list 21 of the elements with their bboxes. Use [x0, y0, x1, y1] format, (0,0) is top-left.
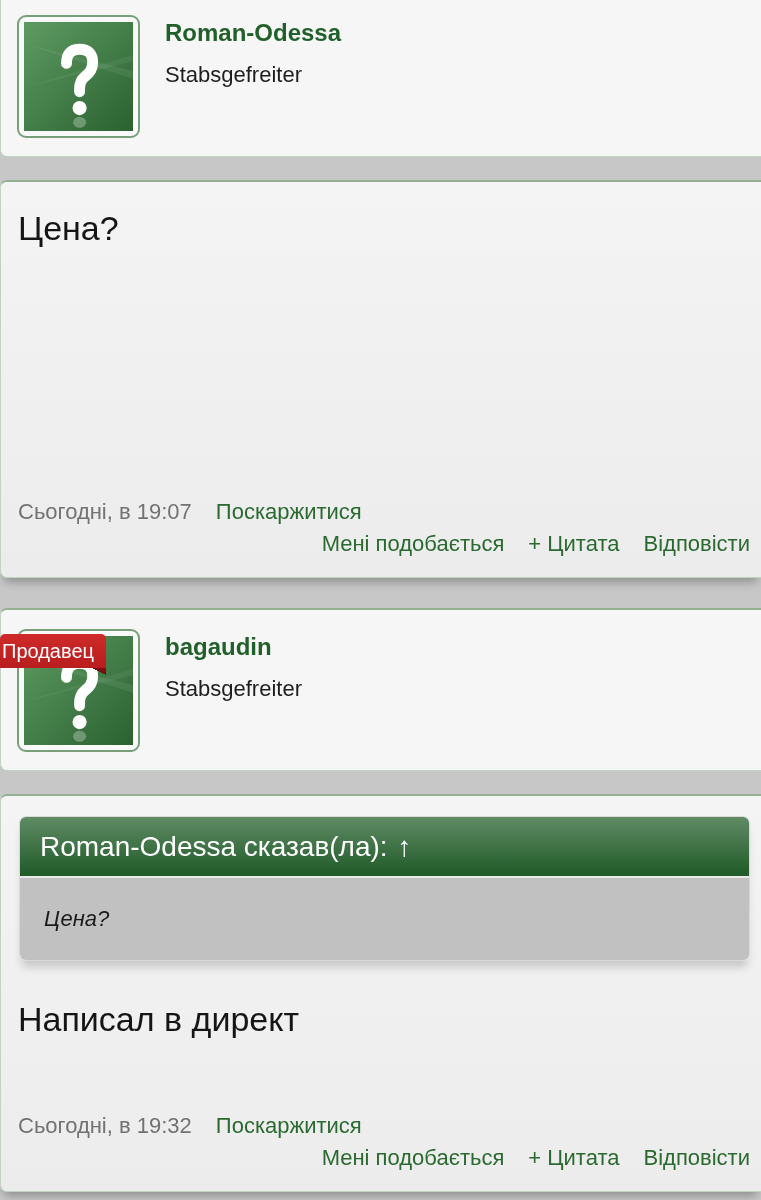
quote-link[interactable]: + Цитата: [528, 1142, 620, 1174]
report-link[interactable]: Поскаржитися: [215, 496, 362, 528]
like-link[interactable]: Мені подобається: [321, 1142, 505, 1174]
post-text: Цена?: [18, 208, 120, 249]
quoted-text: Цена?: [20, 876, 749, 960]
post-time-link[interactable]: Сьогодні, в 19:32: [18, 1110, 192, 1142]
up-arrow-link[interactable]: ↑: [397, 830, 412, 863]
question-mark-avatar[interactable]: [17, 15, 140, 138]
role-badge: Продавец: [0, 634, 106, 675]
like-link[interactable]: Мені подобається: [321, 528, 505, 560]
post-text: Написал в директ: [18, 999, 301, 1040]
user-rank: Stabsgefreiter: [165, 675, 302, 703]
reply-link[interactable]: Відповісти: [643, 528, 750, 560]
post-time-link[interactable]: Сьогодні, в 19:07: [18, 496, 192, 528]
username-link[interactable]: bagaudin: [165, 632, 272, 662]
report-link[interactable]: Поскаржитися: [215, 1110, 362, 1142]
quote-attribution: Roman-Odessa сказав(ла):: [40, 830, 388, 863]
user-rank: Stabsgefreiter: [165, 61, 302, 89]
quote-link[interactable]: + Цитата: [528, 528, 620, 560]
reply-link[interactable]: Відповісти: [643, 1142, 750, 1174]
username-link[interactable]: Roman-Odessa: [165, 18, 342, 48]
